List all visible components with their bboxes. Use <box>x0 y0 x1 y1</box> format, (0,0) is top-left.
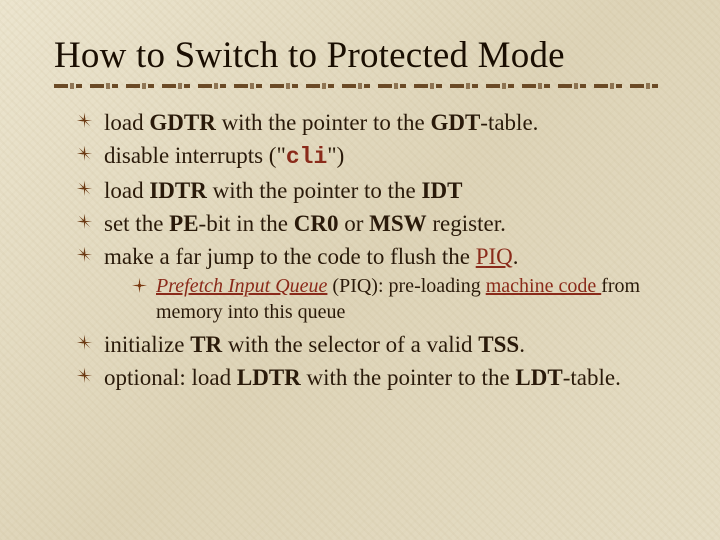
text: with the pointer to the <box>216 110 431 135</box>
term-gdt: GDT <box>430 110 480 135</box>
text: -table. <box>480 110 538 135</box>
star-bullet-icon <box>76 180 93 197</box>
text: with the selector of a valid <box>222 332 478 357</box>
star-bullet-icon <box>76 367 93 384</box>
star-bullet-icon <box>76 213 93 230</box>
text: register. <box>427 211 506 236</box>
list-item: make a far jump to the code to flush the… <box>76 241 666 325</box>
term-msw: MSW <box>369 211 427 236</box>
slide: How to Switch to Protected Mode load GDT… <box>0 0 720 540</box>
link-machine-code[interactable]: machine code <box>486 275 602 297</box>
sub-list-item: Prefetch Input Queue (PIQ): pre-loading … <box>132 274 666 325</box>
sub-list: Prefetch Input Queue (PIQ): pre-loading … <box>104 274 666 325</box>
text: load <box>104 110 149 135</box>
term-tss: TSS <box>478 332 519 357</box>
code-cli: cli <box>286 144 327 170</box>
burst-bullet-icon <box>132 278 147 293</box>
bullet-list: load GDTR with the pointer to the GDT-ta… <box>54 107 666 394</box>
term-ldtr: LDTR <box>237 365 301 390</box>
text: . <box>519 332 525 357</box>
term-ldt: LDT <box>515 365 562 390</box>
term-pe: PE <box>169 211 198 236</box>
list-item: load IDTR with the pointer to the IDT <box>76 175 666 206</box>
term-idt: IDT <box>422 178 463 203</box>
star-bullet-icon <box>76 112 93 129</box>
text: set the <box>104 211 169 236</box>
text: initialize <box>104 332 190 357</box>
term-idtr: IDTR <box>149 178 207 203</box>
text: -table. <box>563 365 621 390</box>
emph-piq: Prefetch Input Queue <box>156 275 327 297</box>
term-gdtr: GDTR <box>149 110 215 135</box>
text: make a far jump to the code to flush the <box>104 244 476 269</box>
list-item: optional: load LDTR with the pointer to … <box>76 362 666 393</box>
text: -bit in the <box>199 211 294 236</box>
term-tr: TR <box>190 332 222 357</box>
page-title: How to Switch to Protected Mode <box>54 34 666 77</box>
list-item: disable interrupts ("cli") <box>76 140 666 173</box>
text: load <box>104 178 149 203</box>
text: ") <box>327 143 344 168</box>
term-cr0: CR0 <box>294 211 339 236</box>
star-bullet-icon <box>76 334 93 351</box>
text: . <box>513 244 519 269</box>
star-bullet-icon <box>76 246 93 263</box>
text: or <box>338 211 369 236</box>
title-divider <box>54 83 666 89</box>
text: with the pointer to the <box>207 178 422 203</box>
link-piq[interactable]: PIQ <box>476 244 513 269</box>
text: (PIQ): pre-loading <box>327 275 485 297</box>
list-item: initialize TR with the selector of a val… <box>76 329 666 360</box>
text: optional: load <box>104 365 237 390</box>
list-item: set the PE-bit in the CR0 or MSW registe… <box>76 208 666 239</box>
text: disable interrupts (" <box>104 143 286 168</box>
text: with the pointer to the <box>301 365 516 390</box>
star-bullet-icon <box>76 145 93 162</box>
list-item: load GDTR with the pointer to the GDT-ta… <box>76 107 666 138</box>
